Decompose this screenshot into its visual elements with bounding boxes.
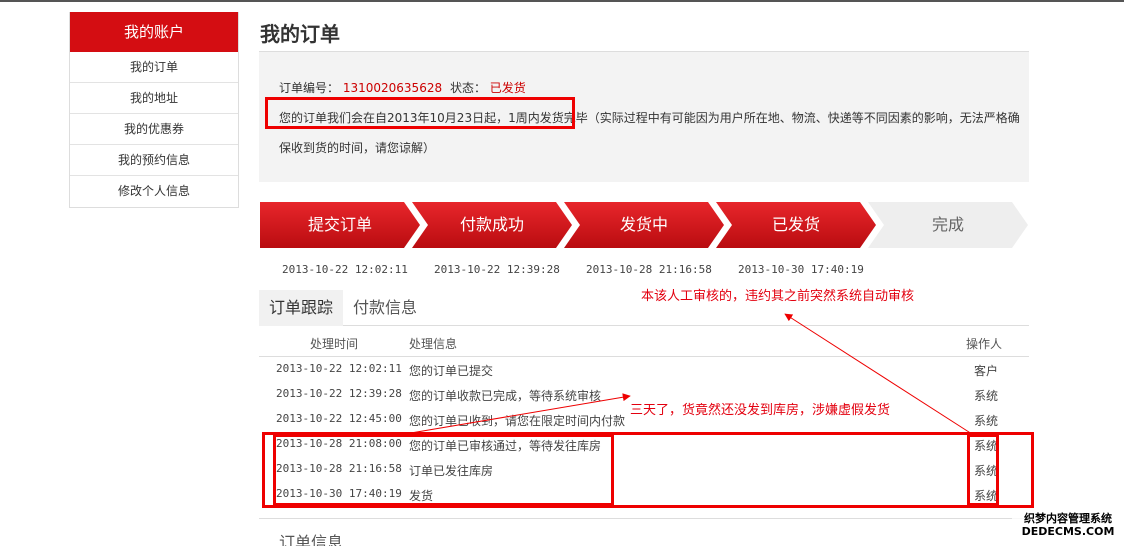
watermark-line1: 织梦内容管理系统: [1024, 512, 1112, 525]
watermark-line2: DEDECMS.COM: [1021, 525, 1115, 538]
arrow-to-middle-annotation: [404, 393, 631, 435]
annotation-arrows: [404, 313, 973, 435]
section-divider: [259, 518, 1029, 519]
watermark-logo: 织梦内容管理系统 DEDECMS.COM: [1012, 512, 1124, 538]
arrow-to-top-annotation: [784, 313, 973, 435]
order-info-section-title: 订单信息: [279, 533, 344, 546]
